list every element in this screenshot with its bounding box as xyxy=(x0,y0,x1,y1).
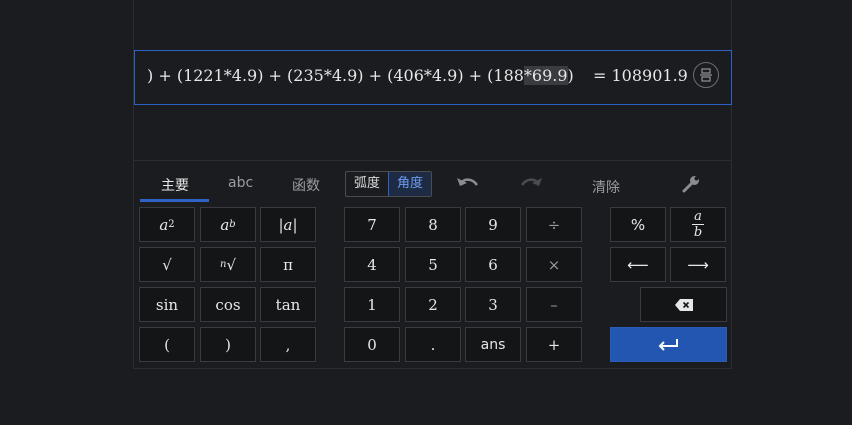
key-fraction-num: a xyxy=(694,209,702,224)
key-7[interactable]: 7 xyxy=(344,207,400,242)
key-0[interactable]: 0 xyxy=(344,327,400,362)
key-multiply[interactable]: × xyxy=(526,247,582,282)
tab-functions[interactable]: 函数 xyxy=(292,175,320,195)
backspace-button[interactable] xyxy=(640,287,727,322)
backspace-icon xyxy=(674,298,693,311)
expression-prefix: ) + (1221*4.9) + (235*4.9) + (406*4.9) +… xyxy=(147,66,524,85)
key-abs[interactable]: |a| xyxy=(260,207,316,242)
key-6[interactable]: 6 xyxy=(465,247,521,282)
key-5[interactable]: 5 xyxy=(405,247,461,282)
key-power-exp: b xyxy=(229,219,236,230)
result-value: = 108901.9 xyxy=(593,66,688,85)
redo-icon[interactable] xyxy=(519,175,543,191)
key-plus[interactable]: + xyxy=(526,327,582,362)
key-power-base: a xyxy=(220,215,230,234)
key-right-paren[interactable]: ) xyxy=(200,327,256,362)
key-comma[interactable]: , xyxy=(260,327,316,362)
clear-button[interactable]: 清除 xyxy=(592,177,620,197)
tab-active-indicator xyxy=(140,199,209,202)
key-power[interactable]: ab xyxy=(200,207,256,242)
key-fraction[interactable]: a b xyxy=(670,207,726,242)
degrees-option[interactable]: 角度 xyxy=(388,172,431,196)
key-square-exp: 2 xyxy=(168,219,175,230)
key-decimal[interactable]: . xyxy=(405,327,461,362)
key-sqrt[interactable]: √ xyxy=(139,247,195,282)
key-square-base: a xyxy=(159,215,169,234)
key-divide[interactable]: ÷ xyxy=(526,207,582,242)
key-pi[interactable]: π xyxy=(260,247,316,282)
key-4[interactable]: 4 xyxy=(344,247,400,282)
fraction-toggle-button[interactable] xyxy=(693,62,719,88)
key-cursor-right[interactable]: ⟶ xyxy=(670,247,726,282)
key-3[interactable]: 3 xyxy=(465,287,521,322)
fraction-icon xyxy=(700,68,712,82)
expression-selection: *69.9 xyxy=(523,66,568,85)
key-2[interactable]: 2 xyxy=(405,287,461,322)
key-tan[interactable]: tan xyxy=(260,287,316,322)
undo-icon[interactable] xyxy=(456,175,480,191)
tab-main[interactable]: 主要 xyxy=(161,175,189,195)
radians-option[interactable]: 弧度 xyxy=(346,172,388,196)
key-8[interactable]: 8 xyxy=(405,207,461,242)
key-nth-root[interactable]: n √ xyxy=(200,247,256,282)
expression-field[interactable]: ) + (1221*4.9) + (235*4.9) + (406*4.9) +… xyxy=(134,50,732,105)
key-nth-root-symbol: √ xyxy=(226,255,236,274)
expression-suffix: ) xyxy=(567,66,574,85)
key-sin[interactable]: sin xyxy=(139,287,195,322)
key-square[interactable]: a2 xyxy=(139,207,195,242)
enter-icon xyxy=(658,338,678,351)
key-9[interactable]: 9 xyxy=(465,207,521,242)
key-fraction-den: b xyxy=(693,225,703,240)
key-ans[interactable]: ans xyxy=(465,327,521,362)
tab-abc[interactable]: abc xyxy=(228,175,253,191)
expression-text[interactable]: ) + (1221*4.9) + (235*4.9) + (406*4.9) +… xyxy=(135,66,574,85)
enter-button[interactable] xyxy=(610,327,727,362)
key-left-paren[interactable]: ( xyxy=(139,327,195,362)
wrench-icon[interactable] xyxy=(681,174,701,194)
key-cursor-left[interactable]: ⟵ xyxy=(610,247,666,282)
key-percent[interactable]: % xyxy=(610,207,666,242)
key-cos[interactable]: cos xyxy=(200,287,256,322)
angle-mode-toggle: 弧度 角度 xyxy=(345,171,432,197)
key-minus[interactable]: – xyxy=(526,287,582,322)
key-1[interactable]: 1 xyxy=(344,287,400,322)
key-abs-label: |a| xyxy=(278,215,298,234)
